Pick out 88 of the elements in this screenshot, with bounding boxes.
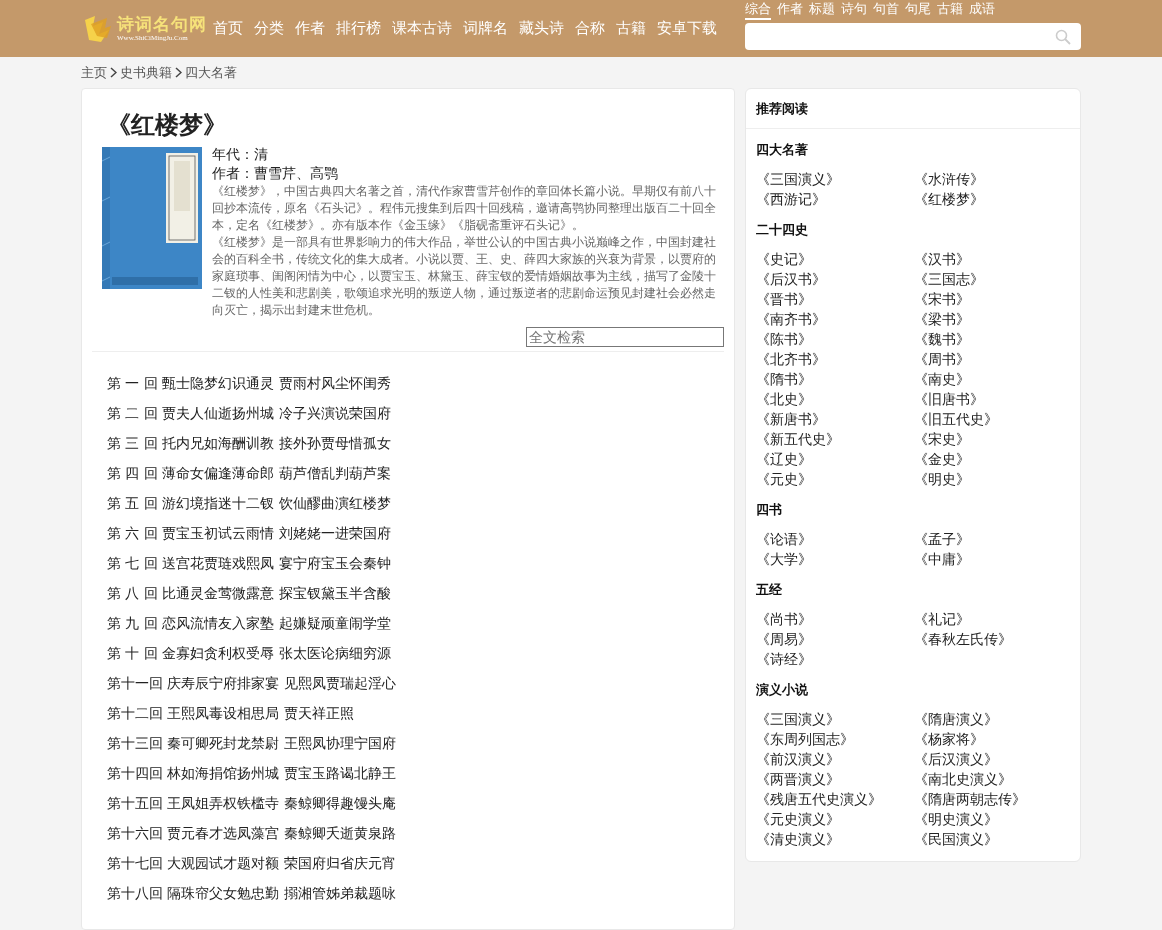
- sidebar-title: 推荐阅读: [746, 89, 1080, 129]
- book-link[interactable]: 《南史》: [914, 369, 970, 389]
- search-icon: [1055, 28, 1071, 45]
- book-link[interactable]: 《晋书》: [756, 289, 812, 309]
- chevron-icon: [175, 67, 182, 78]
- book-link[interactable]: 《两晋演义》: [756, 769, 840, 789]
- chapter-link[interactable]: 第十三回 秦可卿死封龙禁尉 王熙凤协理宁国府: [107, 728, 396, 758]
- book-link[interactable]: 《大学》: [756, 549, 812, 569]
- book-link[interactable]: 《后汉演义》: [914, 749, 998, 769]
- book-link[interactable]: 《中庸》: [914, 549, 970, 569]
- book-era: 年代：清: [212, 145, 269, 164]
- book-link[interactable]: 《明史演义》: [914, 809, 998, 829]
- book-link[interactable]: 《南齐书》: [756, 309, 826, 329]
- book-link[interactable]: 《元史》: [756, 469, 812, 489]
- book-link[interactable]: 《隋唐两朝志传》: [914, 789, 1026, 809]
- chapter-link[interactable]: 第 三 回 托内兄如海酬训教 接外孙贾母惜孤女: [107, 428, 391, 458]
- book-link[interactable]: 《尚书》: [756, 609, 812, 629]
- book-link[interactable]: 《旧唐书》: [914, 389, 984, 409]
- book-link[interactable]: 《隋唐演义》: [914, 709, 998, 729]
- chapter-link[interactable]: 第十八回 隔珠帘父女勉忠勤 搦湘管姊弟裁题咏: [107, 878, 396, 908]
- book-link[interactable]: 《汉书》: [914, 249, 970, 269]
- book-link[interactable]: 《辽史》: [756, 449, 812, 469]
- book-title: 《红楼梦》: [106, 110, 228, 141]
- section-heading: 四书: [755, 501, 783, 519]
- book-description: 《红楼梦》，中国古典四大名著之首，清代作家曹雪芹创作的章回体长篇小说。早期仅有前八十回抄本流传，原名《石头记》。程伟元搜集到后四十回残稿，邀请高鹗协同整理出版百二十回全本，定名《红楼梦》。亦有版本作《金玉缘》《脂砚斋重评石头记》。: [212, 183, 717, 234]
- book-link[interactable]: 《东周列国志》: [756, 729, 854, 749]
- book-link[interactable]: 《元史演义》: [756, 809, 840, 829]
- section-heading: 二十四史: [755, 221, 809, 239]
- section-heading: 五经: [755, 581, 783, 599]
- book-link[interactable]: 《三国演义》: [756, 169, 840, 189]
- book-link[interactable]: 《史记》: [756, 249, 812, 269]
- book-description: 《红楼梦》是一部具有世界影响力的伟大作品，举世公认的中国古典小说巅峰之作，中国封建社会的百科全书，传统文化的集大成者。小说以贾、王、史、薛四大家族的兴衰为背景，以贾府的家庭琐事、闺阁闲情为中心，以贾宝玉、林黛玉、薛宝钗的爱情婚姻故事为主线，描写了金陵十二钗的人性美和悲剧美，歌颂追求光明的叛逆人物，通过叛逆者的悲剧命运预见封建社会必然走向灭亡，揭示出封建末世危机。: [212, 234, 717, 319]
- book-link[interactable]: 《三国志》: [914, 269, 984, 289]
- section-heading: 四大名著: [755, 141, 809, 159]
- breadcrumb-link[interactable]: 史书典籍: [120, 63, 172, 82]
- book-link[interactable]: 《前汉演义》: [756, 749, 840, 769]
- book-link[interactable]: 《南北史演义》: [914, 769, 1012, 789]
- book-link[interactable]: 《后汉书》: [756, 269, 826, 289]
- book-link[interactable]: 《残唐五代史演义》: [756, 789, 882, 809]
- book-link[interactable]: 《新五代史》: [756, 429, 840, 449]
- chapter-link[interactable]: 第 二 回 贾夫人仙逝扬州城 冷子兴演说荣国府: [107, 398, 391, 428]
- book-link[interactable]: 《金史》: [914, 449, 970, 469]
- book-link[interactable]: 《论语》: [756, 529, 812, 549]
- book-link[interactable]: 《梁书》: [914, 309, 970, 329]
- book-link[interactable]: 《周易》: [756, 629, 812, 649]
- breadcrumb-link[interactable]: 四大名著: [185, 63, 237, 82]
- chapter-link[interactable]: 第十六回 贾元春才选凤藻宫 秦鲸卿夭逝黄泉路: [107, 818, 396, 848]
- book-link[interactable]: 《三国演义》: [756, 709, 840, 729]
- chapter-link[interactable]: 第 九 回 恋风流情友入家塾 起嫌疑顽童闹学堂: [107, 608, 391, 638]
- chapter-link[interactable]: 第 六 回 贾宝玉初试云雨情 刘姥姥一进荣国府: [107, 518, 391, 548]
- chevron-icon: [110, 67, 117, 78]
- section-heading: 演义小说: [755, 681, 809, 699]
- book-link[interactable]: 《魏书》: [914, 329, 970, 349]
- book-link[interactable]: 《明史》: [914, 469, 970, 489]
- chapter-link[interactable]: 第 四 回 薄命女偏逢薄命郎 葫芦僧乱判葫芦案: [107, 458, 391, 488]
- book-link[interactable]: 《杨家将》: [914, 729, 984, 749]
- chapter-link[interactable]: 第 八 回 比通灵金莺微露意 探宝钗黛玉半含酸: [107, 578, 391, 608]
- book-link[interactable]: 《红楼梦》: [914, 189, 984, 209]
- chapter-link[interactable]: 第十二回 王熙凤毒设相思局 贾天祥正照: [107, 698, 354, 728]
- chapter-link[interactable]: 第十五回 王凤姐弄权铁槛寺 秦鲸卿得趣馒头庵: [107, 788, 396, 818]
- book-link[interactable]: 《北史》: [756, 389, 812, 409]
- book-link[interactable]: 《西游记》: [756, 189, 826, 209]
- book-link[interactable]: 《诗经》: [756, 649, 812, 669]
- book-link[interactable]: 《宋书》: [914, 289, 970, 309]
- book-link[interactable]: 《礼记》: [914, 609, 970, 629]
- book-link[interactable]: 《孟子》: [914, 529, 970, 549]
- breadcrumb-link[interactable]: 主页: [81, 63, 107, 82]
- fulltext-search-field[interactable]: 全文检索: [526, 327, 724, 347]
- book-link[interactable]: 《清史演义》: [756, 829, 840, 849]
- chapter-link[interactable]: 第十七回 大观园试才题对额 荣国府归省庆元宵: [107, 848, 396, 878]
- chapter-link[interactable]: 第 七 回 送宫花贾琏戏熙凤 宴宁府宝玉会秦钟: [107, 548, 391, 578]
- chapter-link[interactable]: 第十一回 庆寿辰宁府排家宴 见熙凤贾瑞起淫心: [107, 668, 396, 698]
- book-author: 作者：曹雪芹、高鹗: [212, 164, 339, 183]
- search-field[interactable]: [745, 23, 1081, 50]
- chapter-link[interactable]: 第 一 回 甄士隐梦幻识通灵 贾雨村风尘怀闺秀: [107, 368, 391, 398]
- chapter-link[interactable]: 第十四回 林如海捐馆扬州城 贾宝玉路谒北静王: [107, 758, 396, 788]
- book-link[interactable]: 《民国演义》: [914, 829, 998, 849]
- book-link[interactable]: 《周书》: [914, 349, 970, 369]
- chapter-link[interactable]: 第 十 回 金寡妇贪利权受辱 张太医论病细穷源: [107, 638, 391, 668]
- book-link[interactable]: 《旧五代史》: [914, 409, 998, 429]
- book-link[interactable]: 《水浒传》: [914, 169, 984, 189]
- book-link[interactable]: 《宋史》: [914, 429, 970, 449]
- chapter-link[interactable]: 第 五 回 游幻境指迷十二钗 饮仙醪曲演红楼梦: [107, 488, 391, 518]
- book-link[interactable]: 《陈书》: [756, 329, 812, 349]
- book-link[interactable]: 《春秋左氏传》: [914, 629, 1012, 649]
- book-link[interactable]: 《北齐书》: [756, 349, 826, 369]
- book-link[interactable]: 《隋书》: [756, 369, 812, 389]
- book-link[interactable]: 《新唐书》: [756, 409, 826, 429]
